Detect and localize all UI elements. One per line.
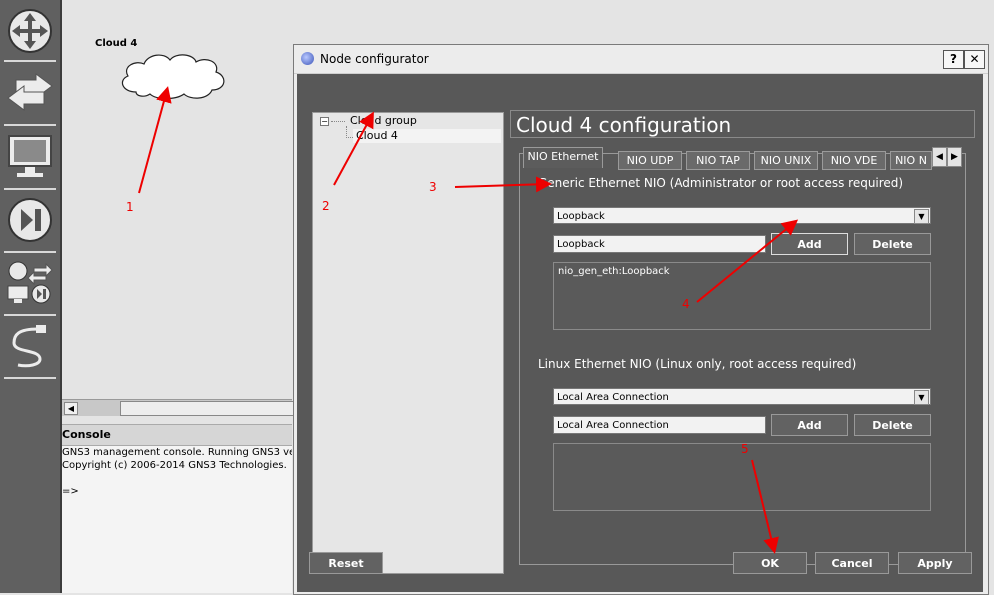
reset-button[interactable]: Reset [309,552,383,574]
generic-delete-button[interactable]: Delete [854,233,931,255]
cloud-node-label: Cloud 4 [95,38,138,49]
tree-item-cloud-4[interactable]: Cloud 4 [356,129,398,142]
linux-interface-field[interactable]: Local Area Connection [553,416,766,434]
scrollbar-thumb[interactable] [120,401,294,416]
annotation-2: 2 [322,199,330,213]
canvas-horizontal-scrollbar[interactable]: ◀ [62,399,294,416]
generic-interface-field[interactable]: Loopback [553,235,766,253]
device-toolbar [0,0,62,593]
console-title: Console [62,424,292,446]
annotation-1: 1 [126,200,134,214]
annotation-5: 5 [741,442,749,456]
scroll-left-icon[interactable]: ◀ [64,402,78,415]
add-link-icon[interactable] [8,323,52,369]
linux-delete-button[interactable]: Delete [854,414,931,436]
tree-connector [331,121,345,122]
canvas-bottom-strip [62,416,292,424]
tab-nio-udp[interactable]: NIO UDP [618,151,682,170]
close-button[interactable]: ✕ [964,50,985,69]
linux-add-button[interactable]: Add [771,414,848,436]
switch-icon[interactable] [6,72,54,112]
generic-ethernet-label: Generic Ethernet NIO (Administrator or r… [538,176,904,190]
cloud-node-icon[interactable] [116,50,230,102]
node-configurator-dialog: Node configurator ? ✕ − Cloud group Clou… [293,44,989,595]
list-item[interactable]: nio_gen_eth:Loopback [558,266,926,277]
linux-interface-select[interactable]: Local Area Connection ▼ [553,388,931,405]
linux-ethernet-label: Linux Ethernet NIO (Linux only, root acc… [538,357,857,371]
router-icon[interactable] [7,8,53,54]
chevron-down-icon[interactable]: ▼ [914,390,929,405]
tab-nio-unix[interactable]: NIO UNIX [754,151,818,170]
generic-interface-select[interactable]: Loopback ▼ [553,207,931,224]
node-tree[interactable]: − Cloud group Cloud 4 [312,112,504,574]
dialog-title: Node configurator [320,52,429,66]
config-page-title: Cloud 4 configuration [510,110,975,138]
end-device-icon[interactable] [7,134,53,180]
tab-nio-null[interactable]: NIO N [890,151,932,170]
dialog-body: − Cloud group Cloud 4 Cloud 4 configurat… [297,74,983,592]
annotation-3: 3 [429,180,437,194]
tab-scroll-left-icon[interactable]: ◀ [932,147,947,167]
linux-select-value: Local Area Connection [557,392,669,403]
tree-item-cloud-group[interactable]: Cloud group [350,114,417,127]
generic-nio-list[interactable]: nio_gen_eth:Loopback [553,262,931,330]
console-output[interactable]: GNS3 management console. Running GNS3 ve… [62,446,292,593]
apply-button[interactable]: Apply [898,552,972,574]
tab-scroll-right-icon[interactable]: ▶ [947,147,962,167]
ok-button[interactable]: OK [733,552,807,574]
tree-connector [346,137,353,138]
annotation-4: 4 [682,297,690,311]
all-devices-icon[interactable] [6,260,54,306]
cancel-button[interactable]: Cancel [815,552,889,574]
generic-add-button[interactable]: Add [771,233,848,255]
chevron-down-icon[interactable]: ▼ [914,209,929,224]
collapse-icon[interactable]: − [320,117,329,126]
security-device-icon[interactable] [7,197,53,243]
gns3-app-icon [301,52,314,65]
help-button[interactable]: ? [943,50,964,69]
nio-tab-panel: NIO Ethernet NIO UDP NIO TAP NIO UNIX NI… [519,147,966,565]
generic-select-value: Loopback [557,211,605,222]
dialog-titlebar[interactable]: Node configurator ? ✕ [294,45,988,74]
tab-nio-vde[interactable]: NIO VDE [822,151,886,170]
tab-nio-ethernet[interactable]: NIO Ethernet [523,147,603,168]
tab-nio-tap[interactable]: NIO TAP [686,151,750,170]
